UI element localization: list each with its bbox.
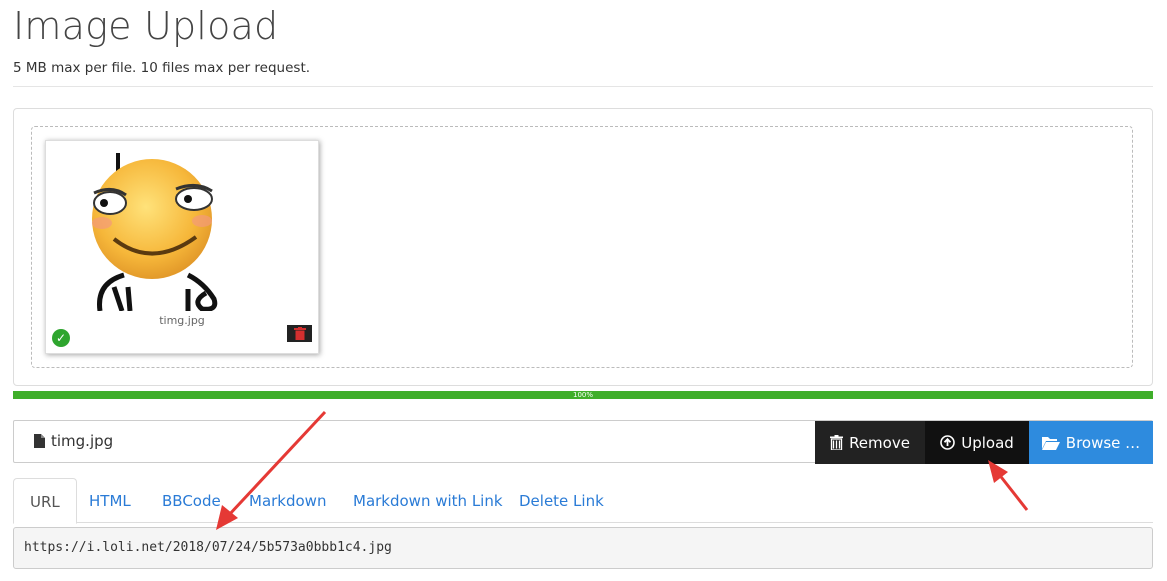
browse-button-label: Browse … — [1065, 433, 1141, 452]
progress-fill: 100% — [13, 391, 1153, 399]
tab-bbcode[interactable]: BBCode — [146, 478, 237, 521]
upload-progress-bar: 100% — [13, 391, 1153, 399]
output-format-tabs: URL HTML BBCode Markdown Markdown with L… — [13, 478, 1153, 524]
upload-limits-text: 5 MB max per file. 10 files max per requ… — [13, 60, 311, 76]
folder-open-icon — [1041, 436, 1060, 450]
delete-file-button[interactable] — [287, 325, 312, 342]
tab-delete-link[interactable]: Delete Link — [503, 478, 620, 521]
drop-zone[interactable]: timg.jpg ✓ — [31, 126, 1133, 368]
trash-icon — [293, 327, 306, 340]
tab-url[interactable]: URL — [13, 478, 77, 524]
file-caption-text: timg.jpg — [51, 432, 114, 450]
url-output-field[interactable]: https://i.loli.net/2018/07/24/5b573a0bbb… — [13, 527, 1153, 569]
browse-button[interactable]: Browse … — [1029, 421, 1153, 464]
remove-button[interactable]: Remove — [815, 421, 925, 464]
preview-file-name: timg.jpg — [159, 314, 205, 327]
file-caption[interactable]: timg.jpg — [34, 432, 113, 450]
upload-button-label: Upload — [961, 433, 1014, 452]
trash-icon — [830, 435, 844, 450]
file-icon — [34, 434, 45, 448]
file-input-group: timg.jpg Remove Upload Browse … — [13, 420, 1153, 464]
preview-panel: timg.jpg ✓ — [13, 108, 1153, 386]
check-circle-icon: ✓ — [52, 329, 70, 347]
file-preview-card: timg.jpg ✓ — [45, 140, 319, 354]
upload-button[interactable]: Upload — [925, 421, 1029, 464]
upload-circle-icon — [940, 435, 956, 450]
page-title: Image Upload — [13, 4, 279, 48]
emoji-thumbnail-image — [92, 153, 218, 311]
divider — [13, 86, 1153, 87]
tab-html[interactable]: HTML — [73, 478, 147, 521]
tab-markdown[interactable]: Markdown — [233, 478, 342, 521]
tab-markdown-with-link[interactable]: Markdown with Link — [337, 478, 519, 521]
remove-button-label: Remove — [849, 433, 910, 452]
url-output-text[interactable]: https://i.loli.net/2018/07/24/5b573a0bbb… — [24, 540, 392, 555]
